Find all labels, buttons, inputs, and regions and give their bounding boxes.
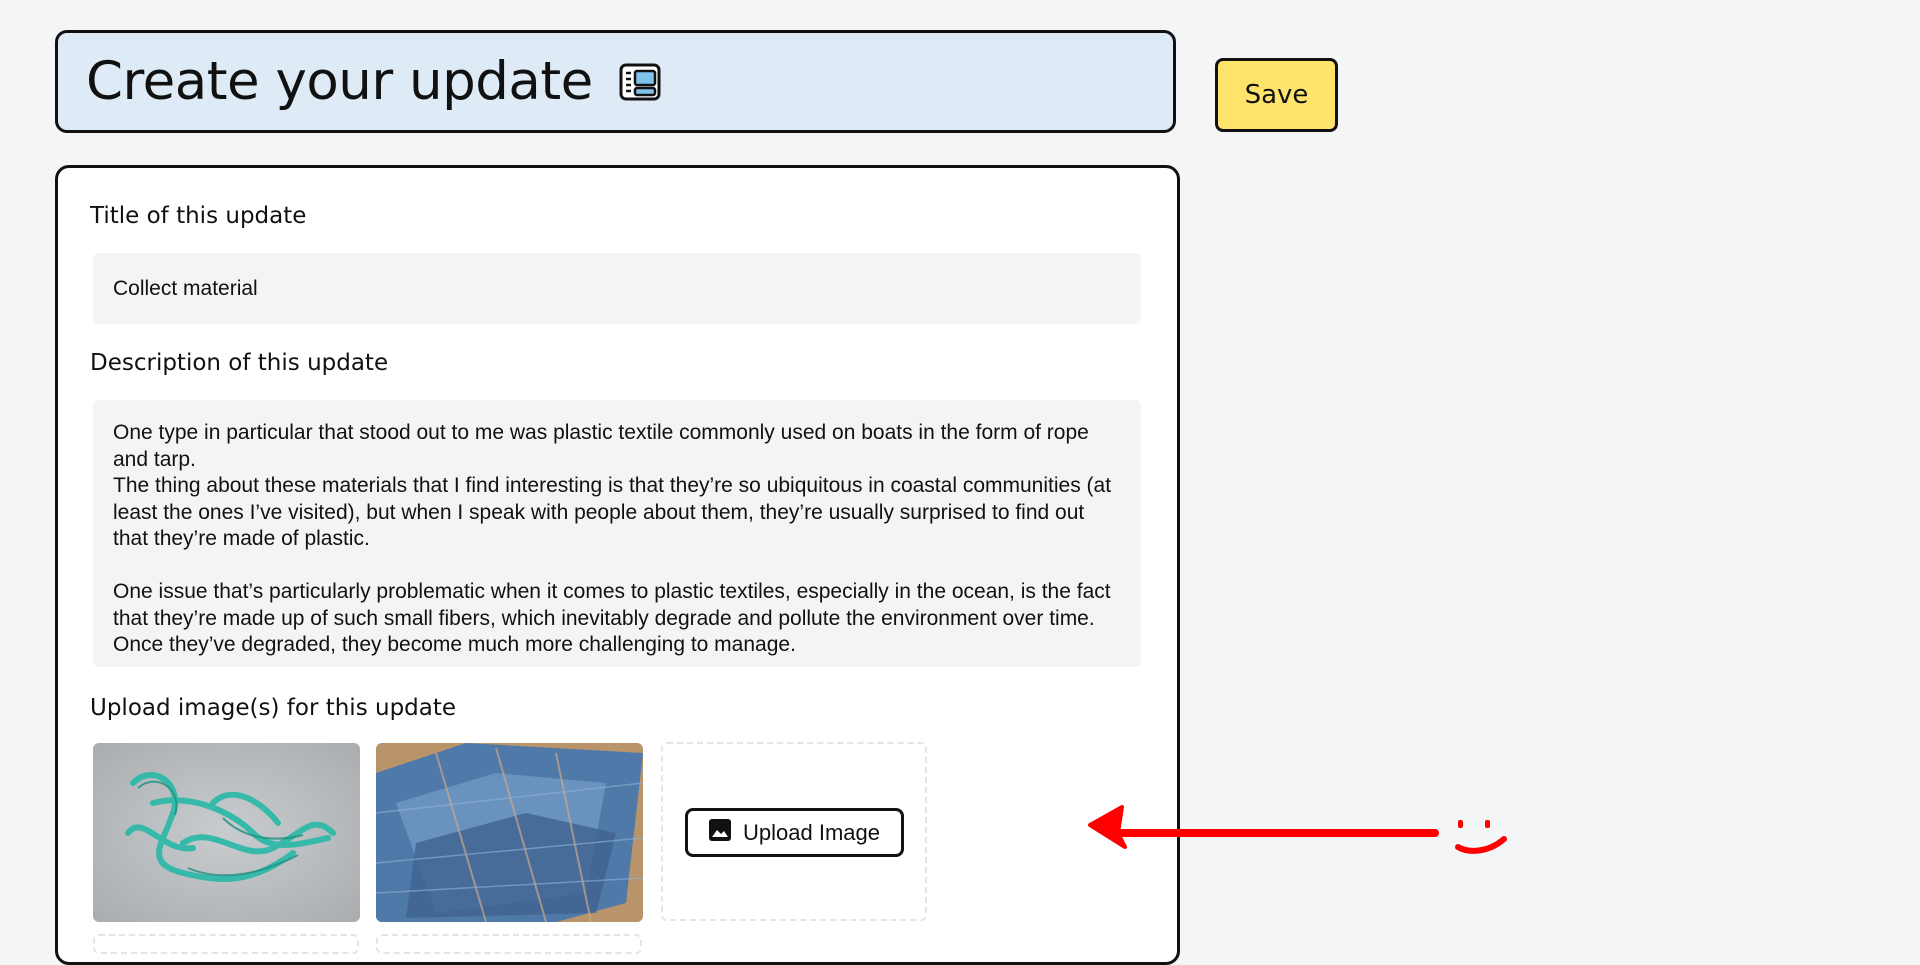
uploaded-image-tarp[interactable] [376,743,643,922]
title-field-label: Title of this update [90,203,307,229]
description-paragraph: One issue that’s particularly problemati… [113,580,1111,656]
upload-image-label: Upload Image [743,819,880,845]
newspaper-icon [619,63,661,101]
image-icon [709,818,731,847]
uploaded-image-rope[interactable] [93,743,360,922]
page-header: Create your update [55,30,1176,133]
description-paragraph: The thing about these materials that I f… [113,474,1112,550]
description-field-label: Description of this update [90,350,389,376]
title-input[interactable]: Collect material [93,253,1141,324]
image-slot[interactable] [376,934,642,954]
smiley-icon [1455,820,1507,854]
save-button[interactable]: Save [1215,58,1338,132]
upload-image-button[interactable]: Upload Image [685,808,904,857]
images-field-label: Upload image(s) for this update [90,695,457,721]
image-slot[interactable] [93,934,359,954]
page-title: Create your update [86,51,593,112]
red-arrow-icon [1088,805,1439,849]
description-textarea[interactable]: One type in particular that stood out to… [93,400,1141,667]
annotation-overlay [1080,795,1520,879]
description-paragraph: One type in particular that stood out to… [113,421,1089,471]
